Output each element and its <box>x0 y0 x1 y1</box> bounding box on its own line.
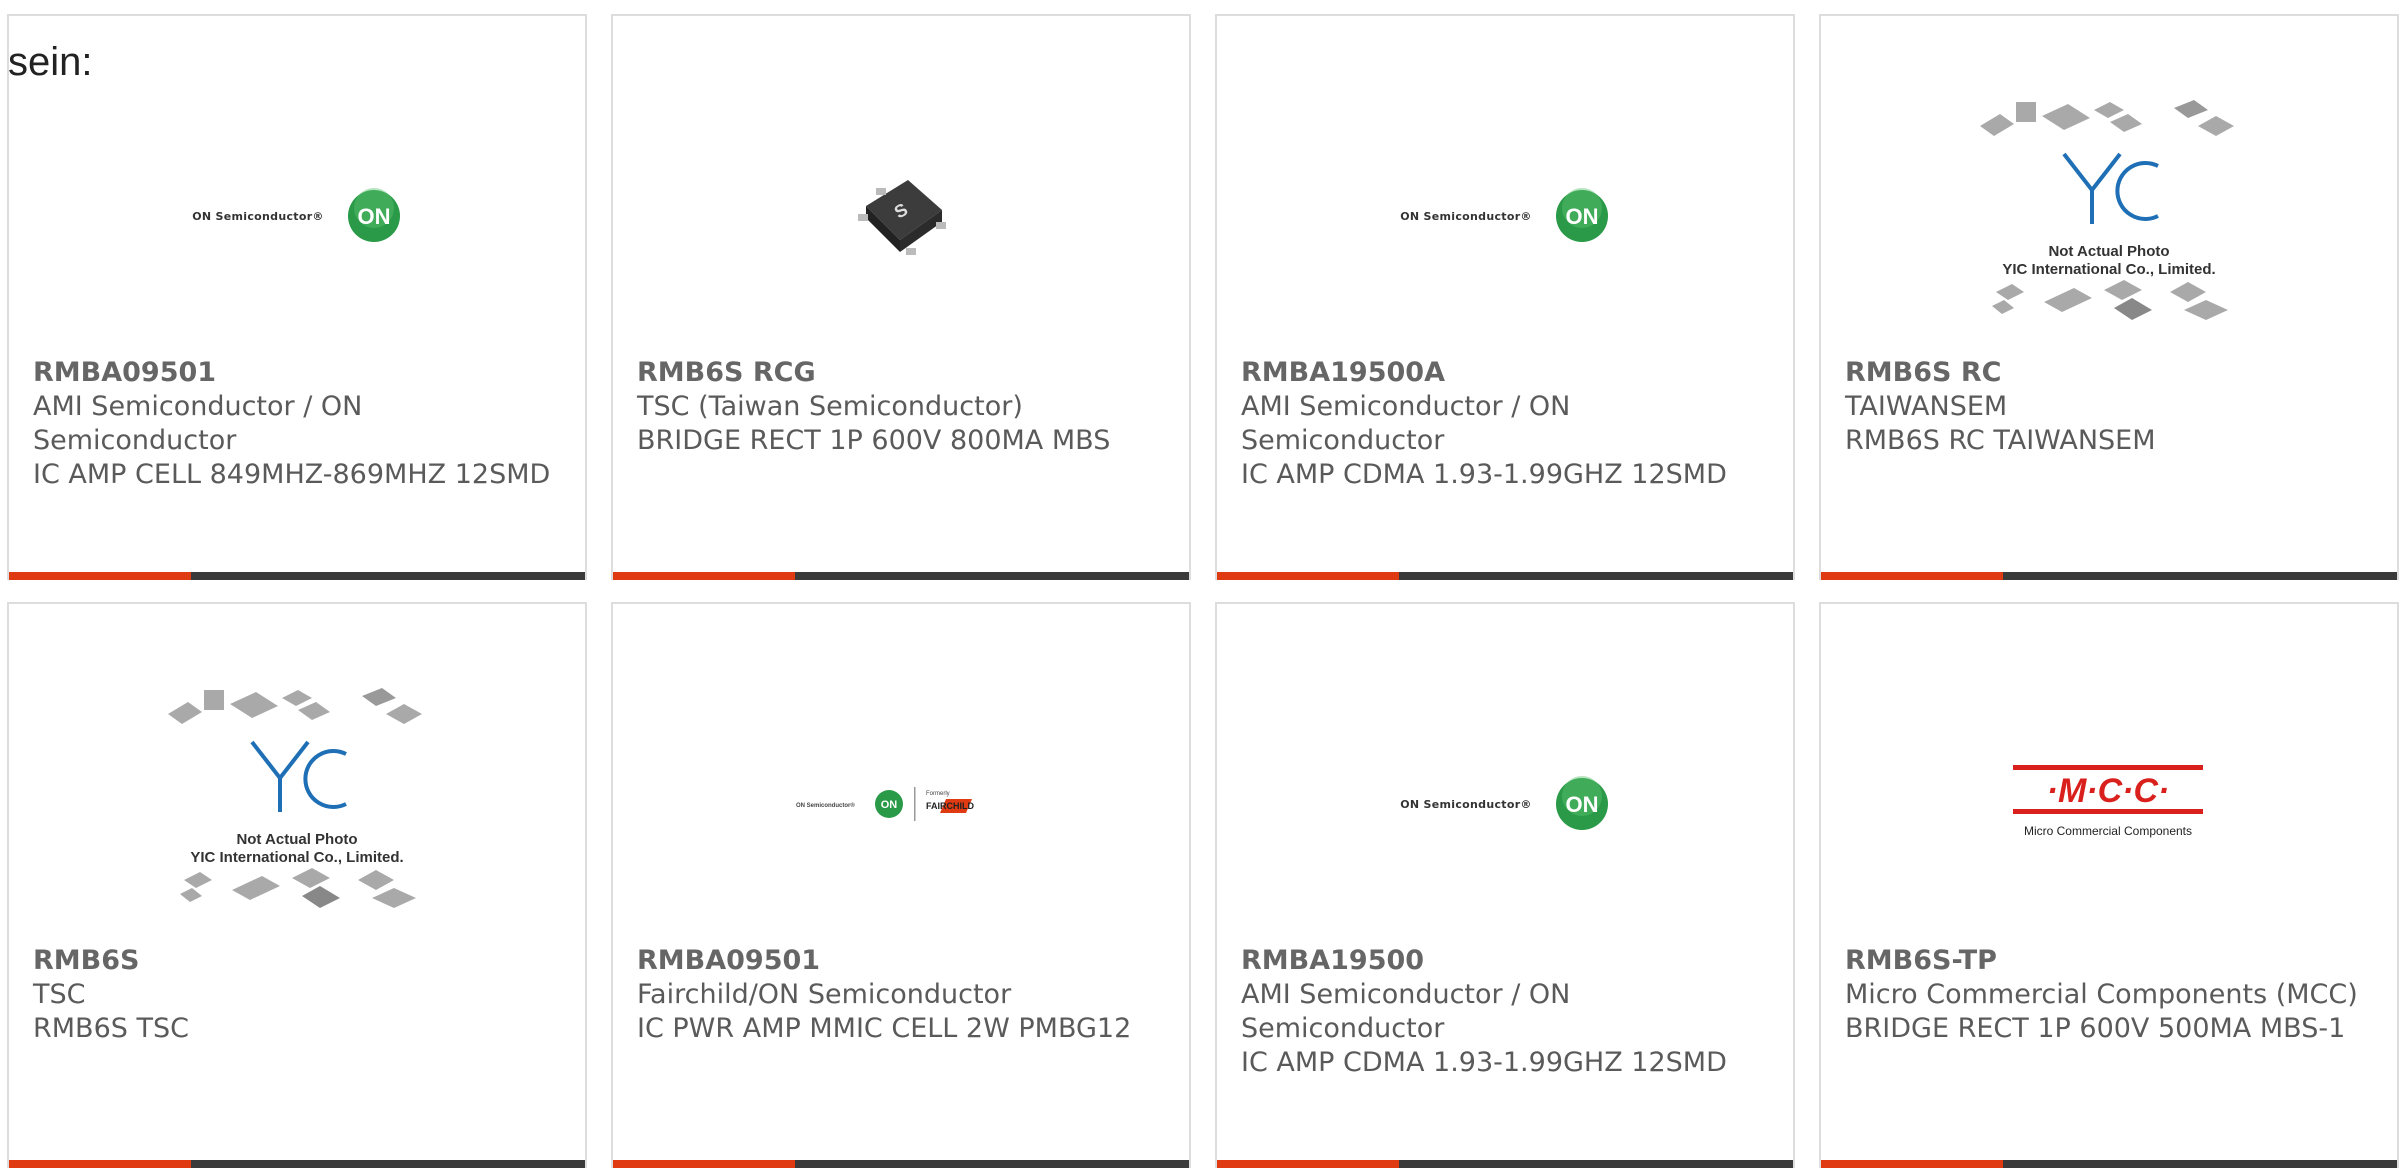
product-image: Not Actual Photo YIC International Co., … <box>9 684 585 924</box>
description: IC AMP CELL 849MHZ-869MHZ 12SMD <box>33 459 551 490</box>
on-logo-icon: ON <box>347 188 400 242</box>
product-image: ON Semiconductor® ON <box>1217 684 1793 924</box>
svg-text:ON: ON <box>881 799 898 811</box>
svg-text:Micro Commercial Components: Micro Commercial Components <box>2024 824 2192 838</box>
part-number[interactable]: RMBA19500A <box>1241 356 1769 390</box>
product-info: RMB6S RCG TSC (Taiwan Semiconductor) BRI… <box>637 356 1165 458</box>
card-bottom-bar <box>613 572 1189 580</box>
svg-text:ON: ON <box>1565 792 1598 817</box>
on-fairchild-logo-icon: ON Semiconductor® ON Formerly FAIRCHILD <box>796 787 974 821</box>
description: IC AMP CDMA 1.93-1.99GHZ 12SMD <box>1241 459 1727 490</box>
manufacturer: Fairchild/ON Semiconductor <box>637 979 1012 1010</box>
svg-text:·M·C·C·: ·M·C·C· <box>2047 772 2170 810</box>
svg-text:ON: ON <box>1565 204 1598 229</box>
part-number[interactable]: RMB6S RC <box>1845 356 2373 390</box>
product-card[interactable]: ON Semiconductor® ON RMBA09501 AMI Semic… <box>7 14 587 580</box>
intro-text: sein: <box>8 40 93 84</box>
part-number[interactable]: RMB6S <box>33 944 561 978</box>
card-bottom-bar <box>1821 572 2397 580</box>
description: BRIDGE RECT 1P 600V 800MA MBS <box>637 425 1111 456</box>
part-number[interactable]: RMBA19500 <box>1241 944 1769 978</box>
svg-text:Not Actual Photo: Not Actual Photo <box>236 831 357 848</box>
svg-text:Formerly: Formerly <box>926 791 950 797</box>
yic-not-actual-photo-icon: Not Actual Photo YIC International Co., … <box>1980 100 2234 320</box>
product-card[interactable]: ON Semiconductor® ON Formerly FAIRCHILD … <box>611 602 1191 1168</box>
product-card[interactable]: ON Semiconductor® ON RMBA19500A AMI Semi… <box>1215 14 1795 580</box>
product-image: ·M·C·C· Micro Commercial Components <box>1821 684 2397 924</box>
product-image: ON Semiconductor® ON Formerly FAIRCHILD <box>613 684 1189 924</box>
product-info: RMBA09501 AMI Semiconductor / ON Semicon… <box>33 356 561 492</box>
description: IC PWR AMP MMIC CELL 2W PMBG12 <box>637 1013 1132 1044</box>
manufacturer: AMI Semiconductor / ON Semiconductor <box>1241 979 1571 1044</box>
product-card[interactable]: ·M·C·C· Micro Commercial Components RMB6… <box>1819 602 2399 1168</box>
manufacturer: AMI Semiconductor / ON Semiconductor <box>1241 391 1571 456</box>
mcc-logo-icon: ·M·C·C· Micro Commercial Components <box>2013 765 2203 838</box>
product-image: ON Semiconductor® ON <box>9 96 585 336</box>
product-info: RMBA09501 Fairchild/ON Semiconductor IC … <box>637 944 1165 1046</box>
manufacturer: TSC <box>33 979 86 1010</box>
card-bottom-bar <box>9 572 585 580</box>
svg-text:ON: ON <box>357 204 390 229</box>
part-number[interactable]: RMB6S-TP <box>1845 944 2373 978</box>
part-number[interactable]: RMBA09501 <box>637 944 1165 978</box>
product-info: RMB6S RC TAIWANSEM RMB6S RC TAIWANSEM <box>1845 356 2373 458</box>
manufacturer: TAIWANSEM <box>1845 391 2008 422</box>
on-semiconductor-logo: ON Semiconductor® ON <box>1400 776 1609 832</box>
product-card[interactable]: Not Actual Photo YIC International Co., … <box>7 602 587 1168</box>
product-info: RMB6S-TP Micro Commercial Components (MC… <box>1845 944 2373 1046</box>
manufacturer: AMI Semiconductor / ON Semiconductor <box>33 391 363 456</box>
description: IC AMP CDMA 1.93-1.99GHZ 12SMD <box>1241 1047 1727 1078</box>
manufacturer: Micro Commercial Components (MCC) <box>1845 979 2358 1010</box>
on-semiconductor-logo: ON Semiconductor® ON <box>192 188 401 244</box>
product-image: ON Semiconductor® ON <box>1217 96 1793 336</box>
yic-not-actual-photo-icon: Not Actual Photo YIC International Co., … <box>168 688 422 908</box>
product-info: RMB6S TSC RMB6S TSC <box>33 944 561 1046</box>
on-logo-icon: ON <box>1555 188 1608 242</box>
product-card[interactable]: S RMB6S RCG TSC (Taiwan Semiconductor) B… <box>611 14 1191 580</box>
svg-text:YIC International Co., Limited: YIC International Co., Limited. <box>2002 261 2215 278</box>
description: RMB6S RC TAIWANSEM <box>1845 425 2156 456</box>
product-image: S <box>613 96 1189 336</box>
part-number[interactable]: RMB6S RCG <box>637 356 1165 390</box>
description: BRIDGE RECT 1P 600V 500MA MBS-1 <box>1845 1013 2346 1044</box>
on-semiconductor-logo: ON Semiconductor® ON <box>1400 188 1609 244</box>
product-grid: ON Semiconductor® ON RMBA09501 AMI Semic… <box>7 14 2399 1168</box>
manufacturer: TSC (Taiwan Semiconductor) <box>637 391 1023 422</box>
product-info: RMBA19500 AMI Semiconductor / ON Semicon… <box>1241 944 1769 1080</box>
description: RMB6S TSC <box>33 1013 189 1044</box>
svg-text:FAIRCHILD: FAIRCHILD <box>926 801 974 811</box>
product-card[interactable]: ON Semiconductor® ON RMBA19500 AMI Semic… <box>1215 602 1795 1168</box>
product-card[interactable]: Not Actual Photo YIC International Co., … <box>1819 14 2399 580</box>
product-info: RMBA19500A AMI Semiconductor / ON Semico… <box>1241 356 1769 492</box>
svg-text:YIC International Co., Limited: YIC International Co., Limited. <box>190 849 403 866</box>
part-number[interactable]: RMBA09501 <box>33 356 561 390</box>
svg-text:Not Actual Photo: Not Actual Photo <box>2048 243 2169 260</box>
svg-text:ON Semiconductor®: ON Semiconductor® <box>796 802 855 809</box>
mbs-package-icon: S <box>858 180 946 255</box>
card-bottom-bar <box>1217 572 1793 580</box>
product-image: Not Actual Photo YIC International Co., … <box>1821 96 2397 336</box>
on-logo-icon: ON <box>1555 776 1608 830</box>
